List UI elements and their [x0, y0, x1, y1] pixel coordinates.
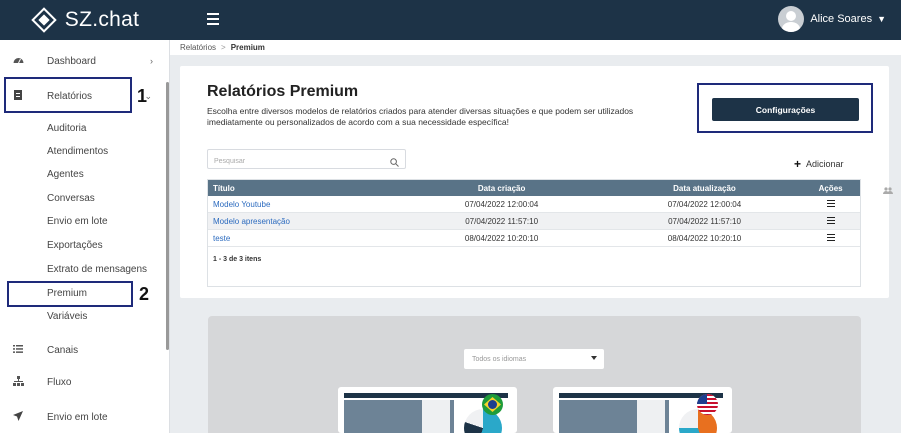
annotation-box-config [697, 83, 873, 133]
plus-icon: + [794, 157, 802, 171]
sidebar-scrollbar[interactable] [166, 82, 169, 350]
row-actions [801, 216, 860, 225]
submenu-item-agentes[interactable]: Agentes [47, 165, 84, 183]
row-updated: 07/04/2022 12:00:04 [667, 199, 742, 209]
submenu-item-extrato-de-mensagens[interactable]: Extrato de mensagens [47, 260, 147, 278]
annotation-box-1 [4, 77, 132, 113]
sidebar-item-dashboard[interactable]: Dashboard › [0, 50, 165, 72]
table-row: Modelo apresentação 07/04/2022 11:57:10 … [208, 213, 860, 230]
pagination-info: 1 - 3 de 3 itens [213, 256, 262, 263]
row-created: 07/04/2022 11:57:10 [465, 216, 539, 226]
column-header-titulo[interactable]: Título [208, 184, 395, 193]
row-actions [801, 199, 860, 208]
thumbnail-column [422, 400, 450, 433]
page-description: Escolha entre diversos modelos de relató… [207, 106, 634, 127]
brazil-flag-icon [482, 394, 503, 415]
row-title-link[interactable]: Modelo Youtube [208, 200, 395, 209]
submenu-item-auditoria[interactable]: Auditoria [47, 119, 86, 137]
breadcrumb-separator: > [221, 43, 226, 52]
template-card-pt[interactable] [338, 387, 517, 433]
sidebar-item-label: Envio em lote [47, 411, 108, 423]
table-row: teste 08/04/2022 10:20:10 08/04/2022 10:… [208, 230, 860, 247]
row-actions [801, 233, 860, 242]
sidebar-item-label: Canais [47, 344, 79, 356]
actions-menu-icon[interactable] [826, 233, 835, 243]
row-title-link[interactable]: Modelo apresentação [208, 217, 395, 226]
add-button-label: Adicionar [806, 159, 844, 169]
column-header-acoes: Ações [818, 183, 843, 193]
actions-menu-icon[interactable] [826, 216, 835, 226]
send-icon [9, 410, 27, 424]
caret-down-icon: ▼ [877, 14, 886, 24]
language-select[interactable]: Todos os idiomas [464, 349, 604, 369]
chevron-right-icon: › [150, 56, 153, 66]
table-row: Modelo Youtube 07/04/2022 12:00:04 07/04… [208, 196, 860, 213]
add-button[interactable]: + Adicionar [794, 157, 844, 171]
brand[interactable]: SZ.chat [0, 0, 170, 40]
submenu-item-conversas[interactable]: Conversas [47, 189, 95, 207]
search-input[interactable] [208, 152, 378, 171]
hamburger-menu-icon[interactable] [207, 13, 219, 26]
annotation-number-1: 1 [137, 86, 148, 106]
submenu-item-exportacoes[interactable]: Exportações [47, 236, 103, 254]
users-icon[interactable] [883, 186, 893, 196]
sidebar-item-label: Fluxo [47, 376, 72, 388]
breadcrumb: Relatórios > Premium [170, 40, 901, 55]
thumbnail-column [637, 400, 665, 433]
breadcrumb-parent[interactable]: Relatórios [180, 43, 216, 52]
list-icon [9, 344, 27, 356]
search-box [207, 149, 406, 171]
sidebar-item-fluxo[interactable]: Fluxo [0, 371, 165, 393]
submenu-item-envio-em-lote[interactable]: Envio em lote [47, 212, 108, 230]
row-updated: 08/04/2022 10:20:10 [667, 233, 742, 243]
table-header: Título Data criação Data atualização Açõ… [208, 180, 860, 196]
sidebar-item-envio-em-lote[interactable]: Envio em lote [0, 406, 165, 428]
search-icon[interactable] [390, 154, 399, 167]
row-created: 07/04/2022 12:00:04 [464, 199, 539, 209]
reports-card: Relatórios Premium Escolha entre diverso… [180, 66, 889, 298]
sidebar-item-label: Dashboard [47, 55, 96, 67]
user-menu[interactable]: Alice Soares ▼ [778, 6, 886, 32]
page-title: Relatórios Premium [207, 83, 359, 100]
annotation-box-2 [7, 281, 133, 307]
dashboard-icon [9, 55, 27, 67]
reports-table: Título Data criação Data atualização Açõ… [207, 179, 861, 287]
row-created: 08/04/2022 10:20:10 [464, 233, 539, 243]
column-header-data-criacao[interactable]: Data criação [395, 184, 607, 193]
sidebar-item-canais[interactable]: Canais [0, 339, 165, 361]
row-updated: 07/04/2022 11:57:10 [668, 216, 741, 226]
language-select-value: Todos os idiomas [472, 355, 527, 363]
caret-down-icon [591, 356, 597, 360]
top-navbar: SZ.chat Alice Soares ▼ [0, 0, 901, 40]
column-header-data-atualizacao[interactable]: Data atualização [608, 184, 801, 193]
submenu-item-variaveis[interactable]: Variáveis [47, 307, 87, 325]
template-gallery: Todos os idiomas [208, 316, 861, 433]
breadcrumb-current: Premium [230, 43, 265, 52]
user-name: Alice Soares [810, 13, 873, 25]
avatar [778, 6, 805, 32]
actions-menu-icon[interactable] [826, 199, 835, 209]
usa-flag-icon [697, 394, 718, 415]
row-title-link[interactable]: teste [208, 234, 395, 243]
sitemap-icon [9, 375, 27, 389]
brand-name: SZ.chat [64, 8, 140, 31]
submenu-item-atendimentos[interactable]: Atendimentos [47, 142, 108, 160]
template-card-en[interactable] [553, 387, 732, 433]
annotation-number-2: 2 [139, 284, 150, 304]
brand-logo-icon [31, 7, 57, 33]
